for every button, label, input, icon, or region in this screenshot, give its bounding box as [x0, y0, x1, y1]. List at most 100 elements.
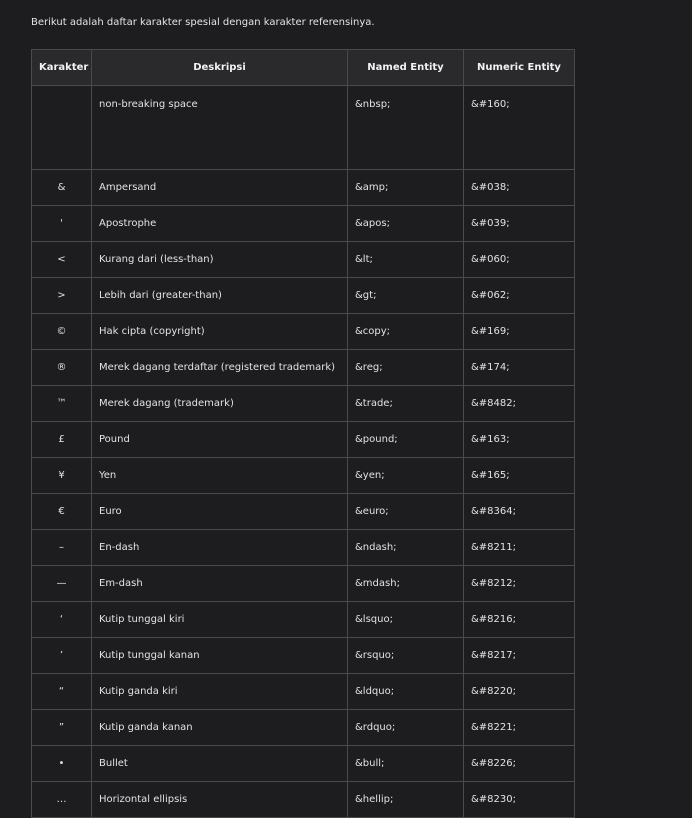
cell-numeric-entity: &#8226; [463, 745, 575, 782]
cell-numeric-entity: &#8212; [463, 565, 575, 602]
cell-numeric-entity: &#060; [463, 241, 575, 278]
entity-table: Karakter Deskripsi Named Entity Numeric … [31, 49, 575, 818]
table-row: ’ Kutip tunggal kanan &rsquo; &#8217; [31, 637, 575, 674]
table-row: ‘Kutip tunggal kiri &lsquo; &#8216; [31, 601, 575, 638]
cell-numeric-entity: &#160; [463, 85, 575, 170]
header-numeric-entity: Numeric Entity [463, 49, 575, 86]
cell-character [31, 85, 92, 170]
cell-description: Kutip tunggal kiri [91, 601, 348, 638]
cell-named-entity: &gt; [347, 277, 464, 314]
cell-character: £ [31, 421, 92, 458]
table-row: £ Pound &pound; &#163; [31, 421, 575, 458]
cell-numeric-entity: &#8221; [463, 709, 575, 746]
cell-numeric-entity: &#165; [463, 457, 575, 494]
cell-named-entity: &lsquo; [347, 601, 464, 638]
table-row: non-breaking space &nbsp; &#160; [31, 85, 575, 170]
table-row: “Kutip ganda kiri &ldquo; &#8220; [31, 673, 575, 710]
cell-character: … [31, 781, 92, 818]
cell-description: Lebih dari (greater-than) [91, 277, 348, 314]
table-row: … Horizontal ellipsis &hellip; &#8230; [31, 781, 575, 818]
table-row: ® Merek dagang terdaftar (registered trad… [31, 349, 575, 386]
cell-description: Kutip tunggal kanan [91, 637, 348, 674]
cell-description: Bullet [91, 745, 348, 782]
table-row: ¥ Yen &yen; &#165; [31, 457, 575, 494]
cell-character: “ [31, 673, 92, 710]
cell-description: Hak cipta (copyright) [91, 313, 348, 350]
cell-named-entity: &apos; [347, 205, 464, 242]
cell-description: En-dash [91, 529, 348, 566]
cell-description: Kutip ganda kanan [91, 709, 348, 746]
cell-named-entity: &rdquo; [347, 709, 464, 746]
cell-character: ¥ [31, 457, 92, 494]
cell-numeric-entity: &#8364; [463, 493, 575, 530]
cell-character: ‘ [31, 601, 92, 638]
table-header: Karakter Deskripsi Named Entity Numeric … [31, 49, 575, 86]
cell-numeric-entity: &#8482; [463, 385, 575, 422]
cell-numeric-entity: &#8217; [463, 637, 575, 674]
cell-character: ' [31, 205, 92, 242]
table-row: • Bullet &bull; &#8226; [31, 745, 575, 782]
table-row: – En-dash &ndash; &#8211; [31, 529, 575, 566]
cell-character: > [31, 277, 92, 314]
table-row: — Em-dash &mdash; &#8212; [31, 565, 575, 602]
cell-description: Apostrophe [91, 205, 348, 242]
cell-character: • [31, 745, 92, 782]
cell-character: ® [31, 349, 92, 386]
cell-numeric-entity: &#163; [463, 421, 575, 458]
cell-character: € [31, 493, 92, 530]
cell-numeric-entity: &#8211; [463, 529, 575, 566]
table-row: & Ampersand &amp; &#038; [31, 169, 575, 206]
cell-named-entity: &rsquo; [347, 637, 464, 674]
header-row: Karakter Deskripsi Named Entity Numeric … [31, 49, 575, 86]
cell-numeric-entity: &#039; [463, 205, 575, 242]
table-row: ™ Merek dagang (trademark) &trade; &#8482; [31, 385, 575, 422]
cell-description: Pound [91, 421, 348, 458]
cell-description: non-breaking space [91, 85, 348, 170]
cell-named-entity: &lt; [347, 241, 464, 278]
cell-description: Kurang dari (less-than) [91, 241, 348, 278]
cell-numeric-entity: &#8220; [463, 673, 575, 710]
cell-character: ’ [31, 637, 92, 674]
cell-named-entity: &ndash; [347, 529, 464, 566]
cell-named-entity: &bull; [347, 745, 464, 782]
cell-character: & [31, 169, 92, 206]
cell-named-entity: &yen; [347, 457, 464, 494]
cell-named-entity: &pound; [347, 421, 464, 458]
cell-character: – [31, 529, 92, 566]
table-row: ” Kutip ganda kanan &rdquo; &#8221; [31, 709, 575, 746]
header-karakter: Karakter [31, 49, 92, 86]
table-row: > Lebih dari (greater-than) &gt; &#062; [31, 277, 575, 314]
intro-text: Berikut adalah daftar karakter spesial d… [31, 17, 375, 28]
cell-description: Yen [91, 457, 348, 494]
cell-numeric-entity: &#062; [463, 277, 575, 314]
header-deskripsi: Deskripsi [91, 49, 348, 86]
table-row: ' Apostrophe &apos; &#039; [31, 205, 575, 242]
table-row: € Euro &euro; &#8364; [31, 493, 575, 530]
cell-named-entity: &nbsp; [347, 85, 464, 170]
cell-description: Kutip ganda kiri [91, 673, 348, 710]
cell-named-entity: &mdash; [347, 565, 464, 602]
cell-description: Em-dash [91, 565, 348, 602]
cell-named-entity: &trade; [347, 385, 464, 422]
cell-description: Ampersand [91, 169, 348, 206]
cell-description: Euro [91, 493, 348, 530]
cell-named-entity: &reg; [347, 349, 464, 386]
table-row: © Hak cipta (copyright) &copy; &#169; [31, 313, 575, 350]
cell-numeric-entity: &#8216; [463, 601, 575, 638]
cell-numeric-entity: &#174; [463, 349, 575, 386]
cell-description: Merek dagang (trademark) [91, 385, 348, 422]
cell-named-entity: &amp; [347, 169, 464, 206]
cell-character: ™ [31, 385, 92, 422]
cell-named-entity: &hellip; [347, 781, 464, 818]
cell-character: ” [31, 709, 92, 746]
table-body: non-breaking space &nbsp; &#160; & Ampersand… [31, 85, 575, 818]
table-row: < Kurang dari (less-than) &lt; &#060; [31, 241, 575, 278]
cell-named-entity: &euro; [347, 493, 464, 530]
cell-description: Merek dagang terdaftar (registered trade… [91, 349, 348, 386]
cell-character: © [31, 313, 92, 350]
cell-description: Horizontal ellipsis [91, 781, 348, 818]
cell-character: < [31, 241, 92, 278]
cell-numeric-entity: &#038; [463, 169, 575, 206]
cell-named-entity: &ldquo; [347, 673, 464, 710]
cell-numeric-entity: &#8230; [463, 781, 575, 818]
